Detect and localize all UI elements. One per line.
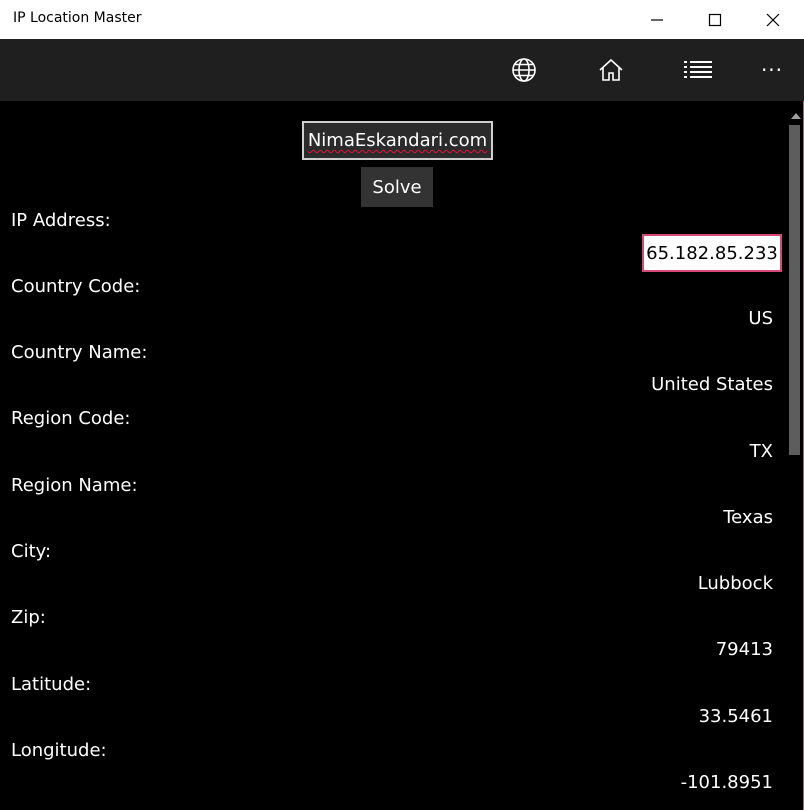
scroll-up-arrow-icon[interactable] (791, 113, 801, 119)
close-button[interactable] (744, 0, 802, 39)
latitude-value: 33.5461 (698, 706, 773, 727)
region-name-value: Texas (723, 507, 773, 528)
ip-address-field[interactable]: 65.182.85.233 (642, 234, 782, 272)
longitude-label: Longitude: (11, 740, 107, 761)
list-button[interactable] (668, 39, 728, 101)
more-icon: ··· (760, 58, 784, 82)
longitude-value: -101.8951 (680, 772, 773, 793)
country-code-label: Country Code: (11, 276, 141, 297)
country-name-label: Country Name: (11, 342, 148, 363)
app-title: IP Location Master (13, 10, 142, 26)
maximize-button[interactable] (686, 0, 744, 39)
more-button[interactable]: ··· (742, 39, 802, 101)
minimize-icon (651, 18, 663, 21)
region-code-value: TX (749, 441, 773, 462)
globe-button[interactable] (494, 39, 554, 101)
country-code-value: US (748, 308, 773, 329)
globe-icon (512, 58, 536, 82)
region-code-label: Region Code: (11, 408, 131, 429)
zip-label: Zip: (11, 607, 46, 628)
zip-value: 79413 (715, 639, 773, 660)
title-bar: IP Location Master (0, 0, 804, 39)
domain-input-value: NimaEskandari.com (307, 130, 488, 151)
vertical-scrollbar[interactable] (787, 101, 804, 810)
solve-button[interactable]: Solve (361, 167, 433, 207)
city-label: City: (11, 541, 52, 562)
close-icon (766, 13, 780, 26)
scroll-thumb[interactable] (789, 125, 800, 455)
city-value: Lubbock (697, 573, 773, 594)
minimize-button[interactable] (628, 0, 686, 39)
list-icon (684, 61, 712, 78)
latitude-label: Latitude: (11, 674, 92, 695)
command-bar: ··· (0, 39, 804, 101)
maximize-icon (708, 13, 722, 26)
domain-input[interactable]: NimaEskandari.com (302, 121, 493, 160)
home-button[interactable] (581, 39, 641, 101)
region-name-label: Region Name: (11, 475, 138, 496)
home-icon (599, 58, 623, 81)
country-name-value: United States (651, 374, 773, 395)
main-content: NimaEskandari.com Solve IP Address: 65.1… (0, 101, 787, 810)
ip-address-label: IP Address: (11, 210, 111, 231)
